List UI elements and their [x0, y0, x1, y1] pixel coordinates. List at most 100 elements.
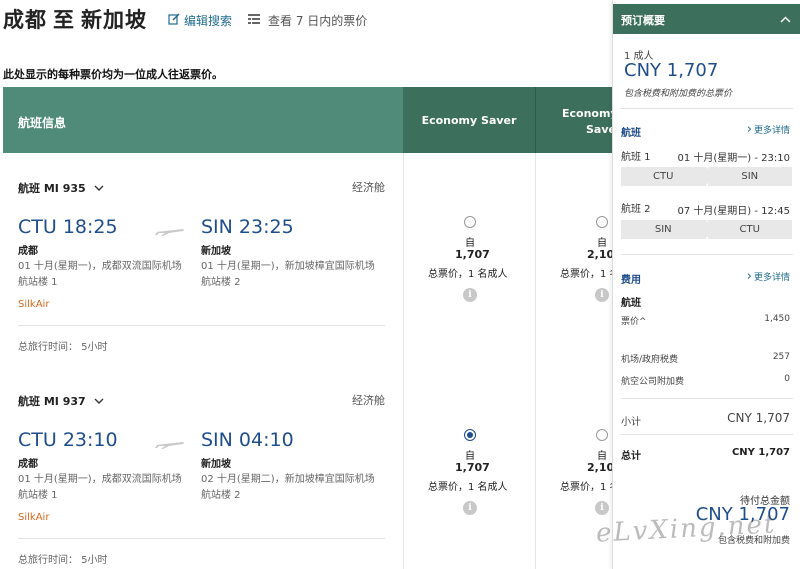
fare-from: 自	[465, 451, 475, 462]
fare-from: 自	[597, 451, 607, 462]
segment-route-bar: SIN CTU	[621, 220, 792, 239]
fare-from: 自	[597, 238, 607, 249]
arrival-terminal: 航站楼 2	[201, 490, 241, 501]
fare-radio[interactable]	[596, 216, 608, 228]
flight-info-cell: 航班 MI 935 经济舱 CTU 18:25 SIN 23:25 成都 新加坡…	[3, 153, 403, 366]
segment-to: SIN	[707, 167, 792, 186]
departure-city: 成都	[18, 459, 38, 470]
surcharge-value: 0	[784, 374, 790, 384]
fare-note: 总票价，1 名	[560, 269, 612, 280]
fare-radio[interactable]	[464, 216, 476, 228]
departure-detail: 01 十月(星期一)，成都双流国际机场	[18, 474, 182, 485]
divider	[621, 398, 793, 399]
flight-row: 航班 MI 937 经济舱 CTU 23:10 SIN 04:10 成都 新加坡…	[3, 366, 612, 569]
summary-header[interactable]: 预订概要	[613, 4, 800, 34]
divider	[621, 434, 793, 435]
fare-amount: 1,707	[455, 461, 490, 474]
divider	[18, 538, 385, 539]
divider	[621, 108, 793, 109]
divider	[621, 254, 793, 255]
fees-more-details-link[interactable]: 更多详情	[747, 269, 790, 284]
departure-code-time: CTU 23:10	[18, 429, 118, 451]
fare-value: 1,450	[764, 314, 790, 324]
segment-label: 航班 1	[621, 152, 651, 163]
fees-flight-subtitle: 航班	[621, 298, 641, 309]
cabin-class: 经济舱	[352, 394, 385, 407]
info-icon[interactable]: i	[463, 501, 477, 515]
edit-icon	[168, 13, 180, 28]
destination-city: 新加坡	[81, 8, 147, 32]
fare-table-header: 航班信息 Economy Saver Economy Save	[3, 87, 612, 153]
info-icon[interactable]: i	[595, 501, 609, 515]
chevron-down-icon	[94, 395, 104, 408]
flight-number-toggle[interactable]: 航班 MI 935	[18, 180, 104, 196]
summary-total: CNY 1,707	[624, 60, 719, 81]
week-view-link[interactable]: 查看 7 日内的票价	[248, 12, 367, 29]
summary-title: 预订概要	[621, 14, 665, 27]
edit-search-link[interactable]: 编辑搜索	[168, 12, 232, 29]
flight-number: 航班 MI 937	[18, 395, 86, 408]
flights-section-title: 航班	[621, 128, 641, 139]
arrival-terminal: 航站楼 2	[201, 277, 241, 288]
price-note: 此处显示的每种票价均为一位成人往返票价。	[3, 68, 223, 81]
airplane-icon	[155, 221, 185, 240]
segment-date: 01 十月(星期一) - 23:10	[677, 153, 791, 164]
amount-due-value: CNY 1,707	[695, 504, 790, 525]
airline-name: SilkAir	[18, 299, 50, 310]
fare-cell-economy-saver-2[interactable]: 自 2,107 总票价，1 名 i	[535, 153, 612, 366]
header-economy-saver-2-line2: Save	[586, 123, 612, 136]
booking-summary-panel: 预订概要 1 成人 CNY 1,707 包含税费和附加费的总票价 航班 更多详情…	[612, 0, 800, 569]
chevron-up-icon[interactable]	[780, 13, 791, 26]
departure-city: 成都	[18, 246, 38, 257]
week-view-label: 查看 7 日内的票价	[268, 14, 368, 28]
segment-from: CTU	[621, 167, 713, 186]
fare-note: 总票价，1 名成人	[428, 269, 508, 280]
arrival-code-time: SIN 04:10	[201, 429, 294, 451]
flight-row: 航班 MI 935 经济舱 CTU 18:25 SIN 23:25 成都 新加坡…	[3, 153, 612, 366]
fare-cell-economy-saver-2[interactable]: 自 2,107 总票价，1 名 i	[535, 366, 612, 569]
departure-terminal: 航站楼 1	[18, 490, 58, 501]
arrival-code-time: SIN 23:25	[201, 216, 294, 238]
origin-city: 成都	[3, 8, 47, 32]
edit-search-label: 编辑搜索	[184, 14, 233, 28]
flight-info-cell: 航班 MI 937 经济舱 CTU 23:10 SIN 04:10 成都 新加坡…	[3, 366, 403, 569]
divider	[18, 325, 385, 326]
info-icon[interactable]: i	[595, 288, 609, 302]
tax-label: 机场/政府税费	[621, 355, 679, 365]
header-economy-saver-2-line1: Economy	[562, 107, 612, 120]
fare-radio[interactable]	[596, 429, 608, 441]
fare-cell-economy-saver[interactable]: 自 1,707 总票价，1 名成人 i	[403, 366, 535, 569]
flight-number: 航班 MI 935	[18, 182, 86, 195]
header-flight-info: 航班信息	[3, 87, 403, 153]
airline-name: SilkAir	[18, 512, 50, 523]
arrival-detail: 02 十月(星期二)，新加坡樟宜国际机场	[201, 474, 375, 485]
info-icon[interactable]: i	[463, 288, 477, 302]
segment-route-bar: CTU SIN	[621, 167, 792, 186]
flight-number-toggle[interactable]: 航班 MI 937	[18, 393, 104, 409]
fare-label: 票价^	[621, 317, 647, 327]
header-economy-saver[interactable]: Economy Saver	[403, 87, 535, 153]
subtotal-value: CNY 1,707	[727, 411, 790, 425]
amount-due-note: 包含税费和附加费	[717, 536, 790, 546]
tax-value: 257	[772, 352, 790, 362]
arrival-city: 新加坡	[201, 246, 231, 257]
flights-more-details-link[interactable]: 更多详情	[747, 122, 790, 137]
calendar-grid-icon	[248, 13, 260, 28]
fare-amount: 2,107	[587, 248, 612, 261]
fare-cell-economy-saver[interactable]: 自 1,707 总票价，1 名成人 i	[403, 153, 535, 366]
subtotal-label: 小计	[621, 417, 641, 428]
summary-included-note: 包含税费和附加费的总票价	[624, 89, 733, 99]
departure-terminal: 航站楼 1	[18, 277, 58, 288]
route-to: 至	[53, 8, 75, 32]
arrival-city: 新加坡	[201, 459, 231, 470]
grand-total-value: CNY 1,707	[731, 447, 790, 458]
surcharge-label: 航空公司附加费	[621, 377, 685, 387]
fare-note: 总票价，1 名成人	[428, 482, 508, 493]
segment-to: CTU	[707, 220, 792, 239]
header-economy-saver-2[interactable]: Economy Save	[535, 87, 612, 153]
total-travel-time: 总旅行时间： 5小时	[18, 342, 108, 353]
fare-from: 自	[465, 238, 475, 249]
fare-radio-selected[interactable]	[464, 429, 476, 441]
route-title: 成都至新加坡	[3, 4, 147, 34]
total-travel-time: 总旅行时间： 5小时	[18, 555, 108, 566]
